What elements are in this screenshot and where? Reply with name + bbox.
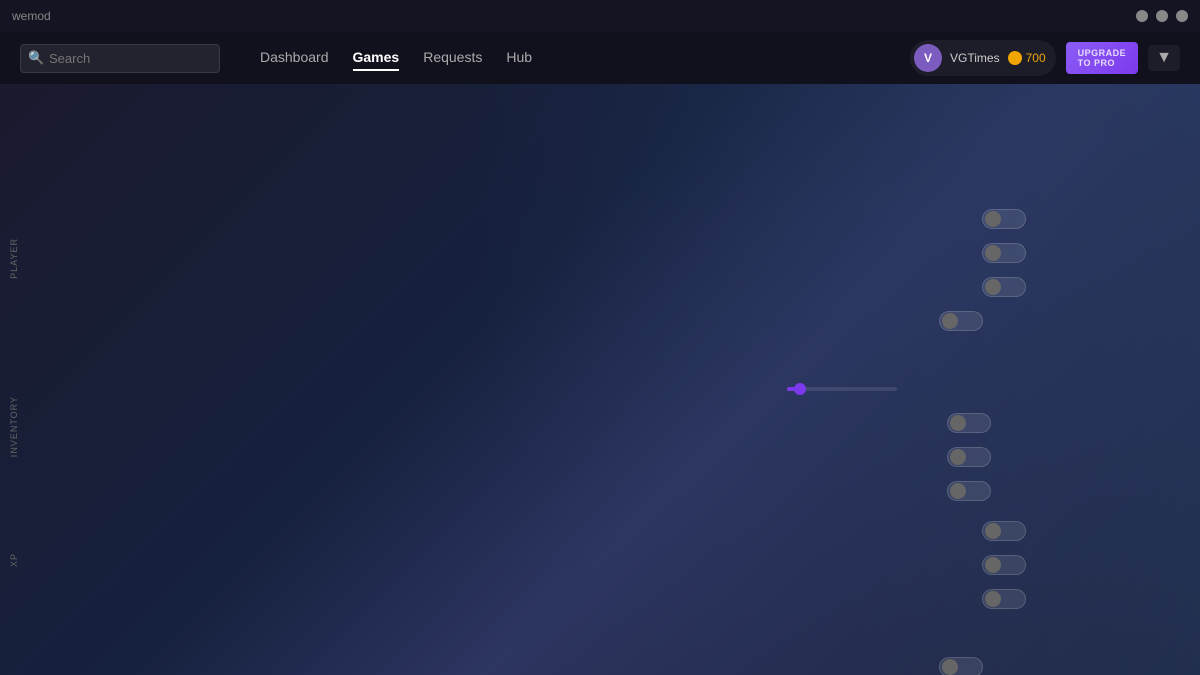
search-input[interactable] [20, 44, 220, 73]
toggle-knob [942, 659, 958, 675]
toggle-skills-instant-cooldown[interactable] [947, 481, 991, 501]
background-hero [0, 84, 1200, 675]
expand-button[interactable]: ▼ [1148, 45, 1180, 71]
toggle-knob [985, 557, 1001, 573]
search-wrapper: 🔍 [20, 44, 220, 73]
toggle-knob [950, 483, 966, 499]
upgrade-button[interactable]: UPGRADE TO PRO [1066, 42, 1139, 74]
toggle-knob [985, 523, 1001, 539]
user-name: VGTimes [950, 51, 1000, 65]
nav-dashboard[interactable]: Dashboard [260, 45, 329, 71]
sidebar-label-xp: XP [9, 553, 19, 567]
toggle-unlimited-health[interactable] [982, 209, 1026, 229]
toggle-unlimited-components[interactable] [939, 657, 983, 675]
maximize-button[interactable] [1156, 10, 1168, 22]
main-content: GAMES › CYBERPUNK 2077 › CYBERPUNK 2077 … [0, 84, 1200, 675]
toggle-knob [950, 415, 966, 431]
slider-track[interactable] [787, 387, 897, 391]
minimize-button[interactable] [1136, 10, 1148, 22]
nav-games[interactable]: Games [353, 45, 400, 71]
toggle-unlimited-ram[interactable] [982, 277, 1026, 297]
toggle-items-wont-decrease[interactable] [982, 555, 1026, 575]
sidebar-label-player: PLAYER [9, 238, 19, 279]
toggle-stealth-mode[interactable] [939, 311, 983, 331]
navbar: 🔍 Dashboard Games Requests Hub V VGTimes… [0, 32, 1200, 84]
sidebar-label-inventory: INVENTORY [9, 396, 19, 457]
toggle-unlimited-stamina[interactable] [982, 243, 1026, 263]
toggle-knob [985, 279, 1001, 295]
avatar: V [914, 44, 942, 72]
toggle-knob [985, 591, 1001, 607]
toggle-super-jump[interactable] [947, 413, 991, 433]
app-name: wemod [12, 9, 51, 23]
toggle-knob [950, 449, 966, 465]
titlebar: wemod [0, 0, 1200, 32]
toggle-unlimited-double-jump[interactable] [947, 447, 991, 467]
user-coins: 700 [1008, 51, 1046, 65]
toggle-knob [942, 313, 958, 329]
coin-icon [1008, 51, 1022, 65]
nav-hub[interactable]: Hub [506, 45, 532, 71]
window-controls [1136, 10, 1188, 22]
navbar-right: V VGTimes 700 UPGRADE TO PRO ▼ [910, 40, 1180, 76]
slider-thumb[interactable] [794, 383, 806, 395]
close-button[interactable] [1176, 10, 1188, 22]
toggle-unlimited-grenades[interactable] [982, 589, 1026, 609]
nav-links: Dashboard Games Requests Hub [260, 45, 910, 71]
toggle-knob [985, 245, 1001, 261]
toggle-unlimited-items-ammo[interactable] [982, 521, 1026, 541]
user-badge[interactable]: V VGTimes 700 [910, 40, 1056, 76]
nav-requests[interactable]: Requests [423, 45, 482, 71]
toggle-knob [985, 211, 1001, 227]
